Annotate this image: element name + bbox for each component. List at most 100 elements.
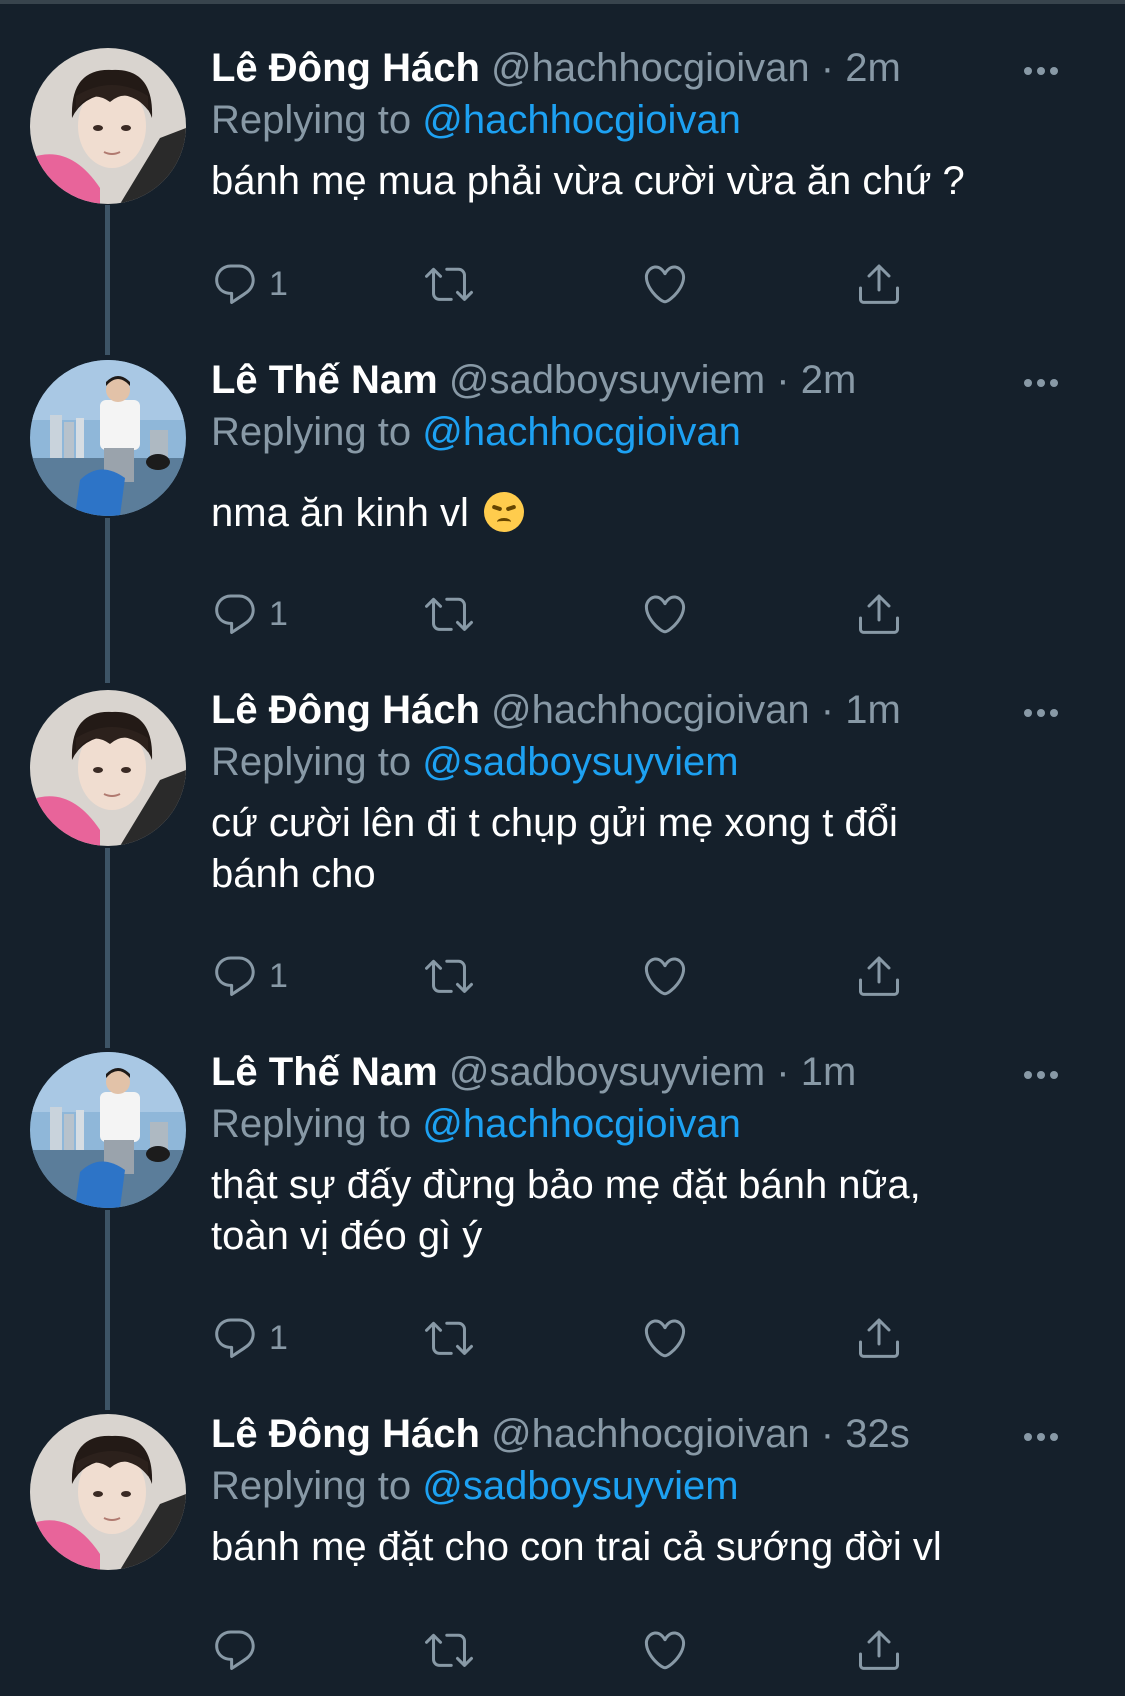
reply-mention-link[interactable]: @hachhocgioivan — [422, 98, 741, 142]
user-handle[interactable]: @sadboysuyviem — [449, 358, 765, 402]
thread-line — [105, 1210, 110, 1410]
retweet-button[interactable] — [425, 1622, 473, 1678]
display-name[interactable]: Lê Đông Hách — [211, 46, 480, 90]
reply-count: 1 — [269, 956, 288, 995]
share-button[interactable] — [855, 1622, 903, 1678]
separator-dot: · — [776, 1050, 790, 1094]
top-divider — [0, 0, 1125, 4]
reply-mention-link[interactable]: @hachhocgioivan — [422, 410, 741, 454]
reply-count: 1 — [269, 1318, 288, 1357]
disappointed-face-emoji-icon — [484, 492, 525, 532]
tweet-actions — [211, 1622, 971, 1682]
share-icon — [855, 1626, 903, 1674]
more-options-icon[interactable] — [1024, 62, 1064, 78]
thread-line — [105, 518, 110, 683]
reply-count: 1 — [269, 264, 288, 303]
like-button[interactable] — [641, 256, 689, 312]
avatar[interactable] — [30, 1052, 186, 1208]
reply-icon — [211, 952, 259, 1000]
avatar[interactable] — [30, 48, 186, 204]
timestamp[interactable]: 32s — [845, 1412, 910, 1456]
share-button[interactable] — [855, 948, 903, 1004]
thread-line — [105, 205, 110, 355]
retweet-button[interactable] — [425, 1310, 473, 1366]
like-button[interactable] — [641, 586, 689, 642]
tweet-actions: 1 — [211, 948, 971, 1008]
display-name[interactable]: Lê Đông Hách — [211, 1412, 480, 1456]
tweet-text-line: cứ cười lên đi t chụp gửi mẹ xong t đổi — [211, 801, 898, 845]
retweet-icon — [425, 952, 473, 1000]
reply-icon — [211, 1314, 259, 1362]
retweet-button[interactable] — [425, 586, 473, 642]
reply-button[interactable]: 1 — [211, 256, 288, 312]
user-handle[interactable]: @hachhocgioivan — [491, 46, 810, 90]
like-icon — [641, 260, 689, 308]
more-options-icon[interactable] — [1024, 374, 1064, 390]
reply-icon — [211, 1626, 259, 1674]
reply-count: 1 — [269, 594, 288, 633]
tweet-text: bánh mẹ mua phải vừa cười vừa ăn chứ ? — [211, 159, 965, 203]
tweet-text-line: thật sự đấy đừng bảo mẹ đặt bánh nữa, — [211, 1163, 921, 1207]
tweet-text-body: nma ăn kinh vl — [211, 491, 469, 535]
reply-mention-link[interactable]: @sadboysuyviem — [422, 740, 738, 784]
retweet-button[interactable] — [425, 948, 473, 1004]
like-button[interactable] — [641, 948, 689, 1004]
tweet-text: cứ cười lên đi t chụp gửi mẹ xong t đổi … — [211, 798, 1071, 900]
share-icon — [855, 260, 903, 308]
separator-dot: · — [776, 358, 790, 402]
user-handle[interactable]: @hachhocgioivan — [491, 688, 810, 732]
replying-to-label: Replying to — [211, 1464, 412, 1508]
more-options-icon[interactable] — [1024, 1066, 1064, 1082]
like-button[interactable] — [641, 1622, 689, 1678]
reply-button[interactable] — [211, 1622, 269, 1678]
tweet-text: nma ăn kinh vl — [211, 488, 1071, 539]
reply-icon — [211, 260, 259, 308]
separator-dot: · — [820, 688, 835, 732]
avatar[interactable] — [30, 690, 186, 846]
tweet-actions: 1 — [211, 256, 971, 316]
replying-to-label: Replying to — [211, 1102, 412, 1146]
like-button[interactable] — [641, 1310, 689, 1366]
reply-icon — [211, 590, 259, 638]
reply-button[interactable]: 1 — [211, 948, 288, 1004]
retweet-icon — [425, 1314, 473, 1362]
share-button[interactable] — [855, 1310, 903, 1366]
like-icon — [641, 952, 689, 1000]
tweet-text-line: toàn vị đéo gì ý — [211, 1214, 483, 1258]
share-button[interactable] — [855, 586, 903, 642]
timestamp[interactable]: 2m — [845, 46, 901, 90]
reply-button[interactable]: 1 — [211, 1310, 288, 1366]
share-icon — [855, 952, 903, 1000]
share-icon — [855, 590, 903, 638]
separator-dot: · — [820, 1412, 835, 1456]
share-icon — [855, 1314, 903, 1362]
tweet-actions: 1 — [211, 586, 971, 646]
tweet-text: thật sự đấy đừng bảo mẹ đặt bánh nữa, to… — [211, 1160, 1071, 1262]
replying-to-label: Replying to — [211, 410, 412, 454]
user-handle[interactable]: @sadboysuyviem — [449, 1050, 765, 1094]
more-options-icon[interactable] — [1024, 704, 1064, 720]
timestamp[interactable]: 2m — [801, 358, 857, 402]
avatar[interactable] — [30, 1414, 186, 1570]
reply-mention-link[interactable]: @hachhocgioivan — [422, 1102, 741, 1146]
retweet-icon — [425, 1626, 473, 1674]
reply-button[interactable]: 1 — [211, 586, 288, 642]
replying-to-label: Replying to — [211, 740, 412, 784]
replying-to-label: Replying to — [211, 98, 412, 142]
display-name[interactable]: Lê Đông Hách — [211, 688, 480, 732]
display-name[interactable]: Lê Thế Nam — [211, 358, 438, 402]
separator-dot: · — [820, 46, 835, 90]
display-name[interactable]: Lê Thế Nam — [211, 1050, 438, 1094]
user-handle[interactable]: @hachhocgioivan — [491, 1412, 810, 1456]
like-icon — [641, 1314, 689, 1362]
timestamp[interactable]: 1m — [801, 1050, 857, 1094]
retweet-button[interactable] — [425, 256, 473, 312]
more-options-icon[interactable] — [1024, 1428, 1064, 1444]
reply-mention-link[interactable]: @sadboysuyviem — [422, 1464, 738, 1508]
share-button[interactable] — [855, 256, 903, 312]
timestamp[interactable]: 1m — [845, 688, 901, 732]
tweet-text-line: bánh cho — [211, 852, 376, 896]
retweet-icon — [425, 590, 473, 638]
avatar[interactable] — [30, 360, 186, 516]
like-icon — [641, 590, 689, 638]
